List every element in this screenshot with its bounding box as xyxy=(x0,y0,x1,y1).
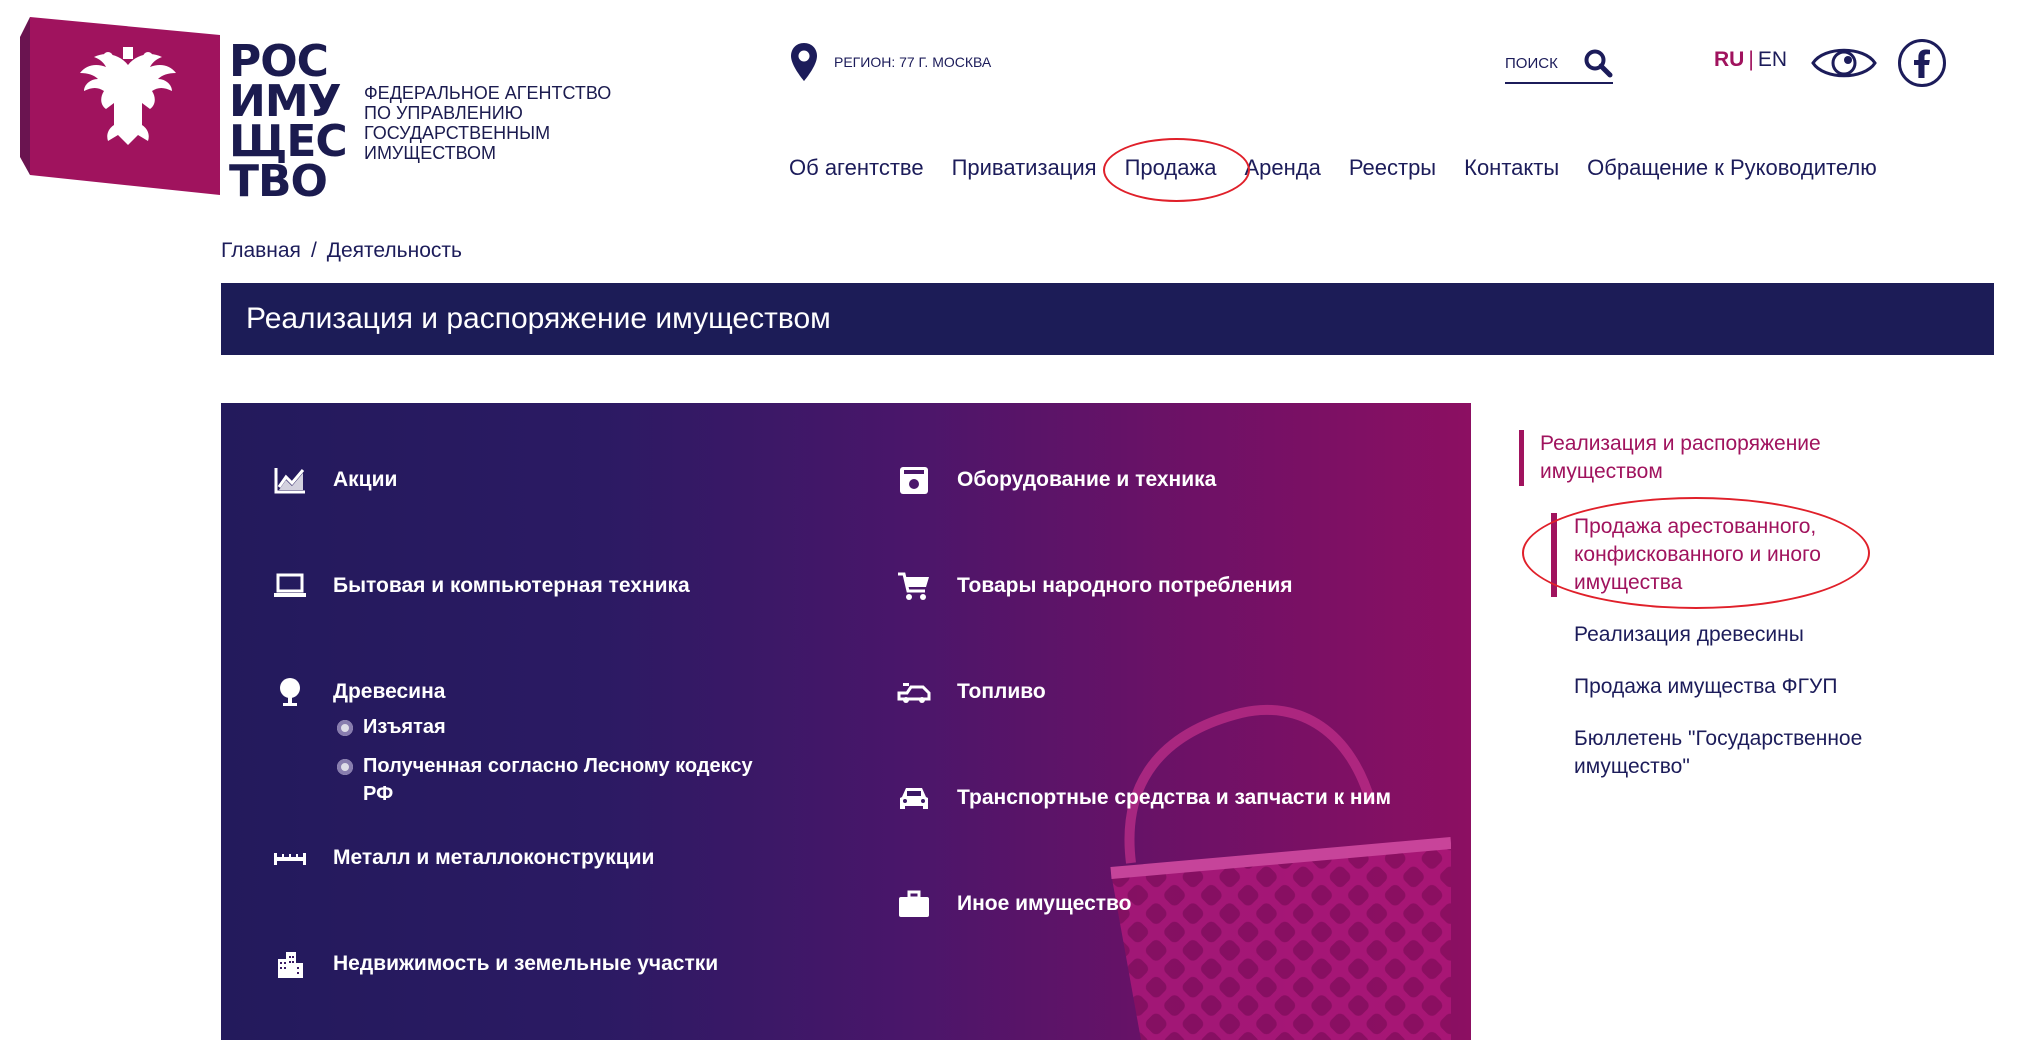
side-menu-title-marker xyxy=(1519,430,1524,486)
category-fuel[interactable]: Топливо xyxy=(897,677,1046,707)
logo-subtitle-line: ИМУЩЕСТВОМ xyxy=(364,143,497,163)
category-other-property[interactable]: Иное имущество xyxy=(897,889,1132,919)
category-vehicles[interactable]: Транспортные средства и запчасти к ним xyxy=(897,783,1391,813)
category-label: Бытовая и компьютерная техника xyxy=(333,574,690,597)
building-icon xyxy=(278,952,303,978)
category-equipment[interactable]: Оборудование и техника xyxy=(897,465,1216,495)
category-real-estate[interactable]: Недвижимость и земельные участки xyxy=(273,949,718,979)
logo-word-line: ТВО xyxy=(229,156,328,207)
logo-wordmark[interactable]: РОС ИМУ ЩЕС ТВО xyxy=(229,40,348,207)
shopping-cart-icon xyxy=(898,572,929,600)
side-menu-title-line: имуществом xyxy=(1540,460,1663,483)
side-menu-item-line: Реализация древесины xyxy=(1574,623,1804,646)
category-label: Оборудование и техника xyxy=(957,468,1217,491)
tree-icon xyxy=(280,678,300,706)
category-electronics[interactable]: Бытовая и компьютерная техника xyxy=(273,571,690,601)
location-pin-icon xyxy=(791,43,817,81)
breadcrumb-current[interactable]: Деятельность xyxy=(327,239,462,262)
category-label: Иное имущество xyxy=(957,892,1132,915)
fuel-icon xyxy=(897,683,931,703)
page-title: Реализация и распоряжение имуществом xyxy=(246,302,831,335)
breadcrumb-separator: / xyxy=(310,239,317,262)
side-menu-item-bulletin[interactable]: Бюллетень "Государственное имущество" xyxy=(1574,725,1904,781)
nav-item-contacts[interactable]: Контакты xyxy=(1464,155,1559,181)
region-selector[interactable]: РЕГИОН: 77 Г. МОСКВА xyxy=(790,42,991,82)
language-switcher: RU | EN xyxy=(1714,48,1787,72)
wood-subitem-seized[interactable]: Изъятая xyxy=(337,713,446,741)
annotation-circle xyxy=(1522,497,1870,609)
logo-subtitle: ФЕДЕРАЛЬНОЕ АГЕНТСТВО ПО УПРАВЛЕНИЮ ГОСУ… xyxy=(364,83,634,163)
wood-subitem-forest-code[interactable]: Полученная согласно Лесному кодексу РФ xyxy=(337,752,753,808)
breadcrumb-home[interactable]: Главная xyxy=(221,239,301,262)
stock-chart-icon xyxy=(274,468,305,494)
category-panel: Акции Бытовая и компьютерная техника Дре… xyxy=(221,403,1471,1040)
facebook-icon[interactable] xyxy=(1897,38,1947,88)
category-shares[interactable]: Акции xyxy=(273,465,397,495)
nav-item-rent[interactable]: Аренда xyxy=(1244,155,1320,181)
category-label: Металл и металлоконструкции xyxy=(333,846,655,869)
logo-subtitle-line: ПО УПРАВЛЕНИЮ xyxy=(364,103,523,123)
lang-en-link[interactable]: EN xyxy=(1758,48,1787,71)
category-label: Акции xyxy=(333,468,398,491)
laptop-icon xyxy=(274,573,306,597)
nav-item-registries[interactable]: Реестры xyxy=(1349,155,1436,181)
metal-beam-icon xyxy=(274,853,306,865)
basket-illustration xyxy=(1110,704,1451,1040)
category-label: Товары народного потребления xyxy=(957,574,1293,597)
briefcase-icon xyxy=(899,890,929,917)
side-menu-item-line: Бюллетень "Государственное xyxy=(1574,727,1863,750)
magnifier-icon[interactable] xyxy=(1583,48,1613,78)
nav-item-appeal[interactable]: Обращение к Руководителю xyxy=(1587,155,1877,181)
equipment-icon xyxy=(900,467,928,494)
main-nav: Об агентстве Приватизация Продажа Аренда… xyxy=(789,138,1905,202)
logo-flag[interactable] xyxy=(20,17,220,195)
subitem-label-line: РФ xyxy=(363,783,394,805)
nav-item-privatization[interactable]: Приватизация xyxy=(952,155,1097,181)
category-consumer-goods[interactable]: Товары народного потребления xyxy=(897,571,1293,601)
side-menu-item-line: имущество" xyxy=(1574,755,1690,778)
region-label: РЕГИОН: 77 Г. МОСКВА xyxy=(834,54,992,70)
car-icon xyxy=(900,788,928,809)
eye-icon[interactable] xyxy=(1810,40,1878,86)
category-metal[interactable]: Металл и металлоконструкции xyxy=(273,843,654,873)
category-label: Транспортные средства и запчасти к ним xyxy=(957,786,1392,809)
page-title-bar: Реализация и распоряжение имуществом xyxy=(221,283,1994,355)
search-label: ПОИСК xyxy=(1505,54,1558,72)
side-menu-item-fgup[interactable]: Продажа имущества ФГУП xyxy=(1574,673,1904,701)
nav-item-about[interactable]: Об агентстве xyxy=(789,155,924,181)
category-wood[interactable]: Древесина xyxy=(273,677,445,707)
side-menu-title[interactable]: Реализация и распоряжение имуществом xyxy=(1540,430,1870,486)
subitem-label: Полученная согласно Лесному кодексу РФ xyxy=(363,752,753,808)
category-label: Топливо xyxy=(957,680,1046,703)
lang-separator: | xyxy=(1748,48,1754,71)
breadcrumb: Главная / Деятельность xyxy=(221,239,462,263)
subitem-label-line: Полученная согласно Лесному кодексу xyxy=(363,755,753,777)
bullet-icon xyxy=(337,759,353,775)
side-menu-title-line: Реализация и распоряжение xyxy=(1540,432,1821,455)
logo-subtitle-line: ФЕДЕРАЛЬНОЕ АГЕНТСТВО xyxy=(364,83,612,103)
category-label: Недвижимость и земельные участки xyxy=(333,952,719,975)
nav-item-sale[interactable]: Продажа xyxy=(1102,138,1250,202)
bullet-icon xyxy=(337,720,353,736)
category-label: Древесина xyxy=(333,680,446,703)
side-menu-item-timber[interactable]: Реализация древесины xyxy=(1574,621,1904,649)
search-field[interactable]: ПОИСК xyxy=(1505,44,1613,84)
logo-subtitle-line: ГОСУДАРСТВЕННЫМ xyxy=(364,123,551,143)
subitem-label: Изъятая xyxy=(363,716,446,738)
lang-ru-link[interactable]: RU xyxy=(1714,48,1744,71)
side-menu-item-line: Продажа имущества ФГУП xyxy=(1574,675,1838,698)
